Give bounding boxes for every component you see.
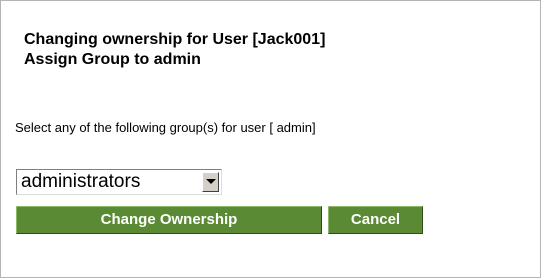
heading-title: Changing ownership for User [Jack001] bbox=[24, 31, 326, 48]
group-instruction: Select any of the following group(s) for… bbox=[15, 120, 316, 135]
cancel-button[interactable]: Cancel bbox=[328, 206, 423, 234]
group-select[interactable]: administrators bbox=[16, 169, 222, 195]
heading-subtitle: Assign Group to admin bbox=[24, 51, 201, 68]
change-ownership-button[interactable]: Change Ownership bbox=[16, 206, 322, 234]
chevron-down-icon bbox=[206, 179, 216, 184]
dropdown-button[interactable] bbox=[202, 172, 219, 192]
page-heading: Changing ownership for User [Jack001] As… bbox=[24, 30, 325, 70]
ownership-panel: Changing ownership for User [Jack001] As… bbox=[0, 0, 541, 278]
group-select-value: administrators bbox=[21, 171, 141, 192]
